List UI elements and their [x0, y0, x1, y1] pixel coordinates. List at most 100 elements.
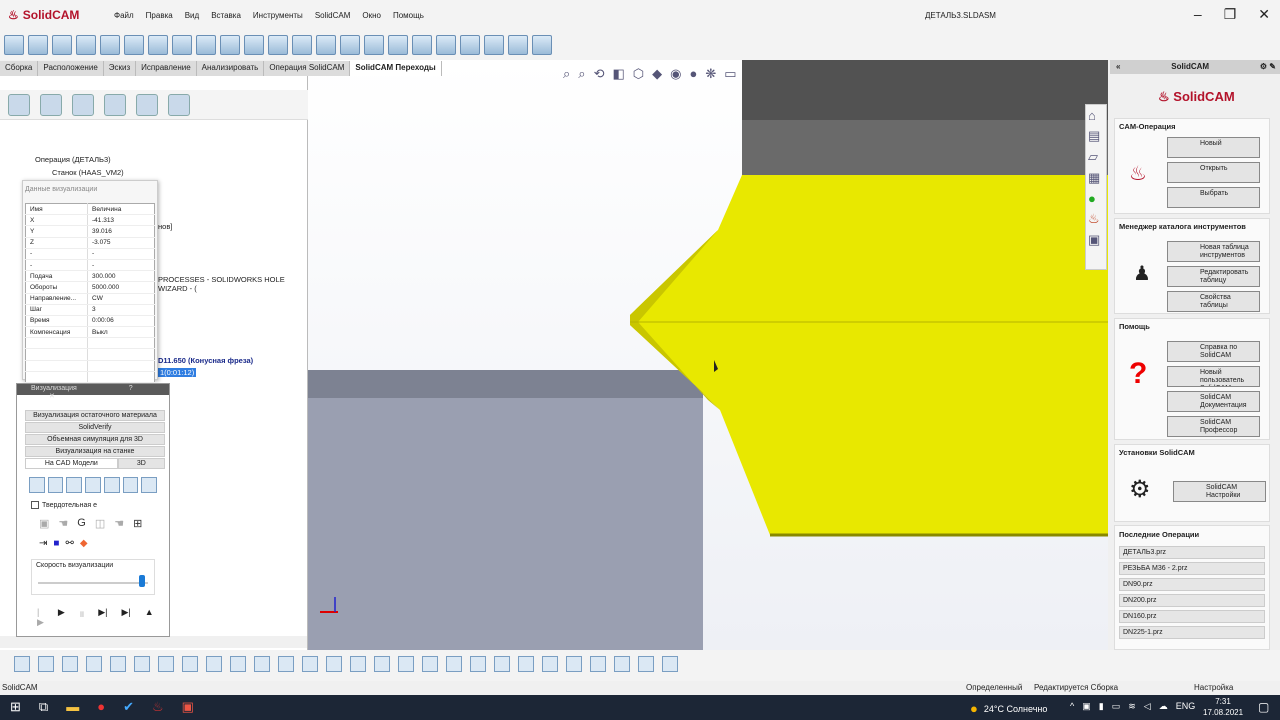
meet-icon[interactable]: ▣ — [1082, 701, 1091, 712]
menu-edit[interactable]: Правка — [146, 11, 173, 20]
hide-show-icon[interactable]: ◉ — [670, 66, 681, 82]
clock[interactable]: 7:31 17.08.2021 — [1203, 696, 1243, 718]
task-view-icon[interactable]: ⧉ — [39, 699, 48, 715]
tray-chevron-icon[interactable]: ^ — [1070, 701, 1074, 712]
view-dimetric-icon[interactable] — [292, 35, 312, 55]
home-icon[interactable]: ⌂ — [1088, 108, 1104, 123]
help-button[interactable]: Справка по SolidCAM — [1167, 341, 1260, 362]
hand-icon[interactable]: ☚ — [58, 517, 68, 530]
solid-icon[interactable] — [29, 477, 45, 493]
edit-tool-table-button[interactable]: Редактировать таблицу инструментов — [1167, 266, 1260, 287]
docs-button[interactable]: SolidCAM Документация — [1167, 391, 1260, 412]
maximize-icon[interactable]: ❐ — [1224, 6, 1237, 23]
view-right-icon[interactable] — [196, 35, 216, 55]
language-indicator[interactable]: ENG — [1176, 701, 1196, 712]
tree-machine[interactable]: Станок (HAAS_VM2) — [52, 168, 124, 177]
minimize-icon[interactable]: – — [1194, 6, 1202, 23]
new-doc-icon[interactable] — [52, 35, 72, 55]
view-iso-icon[interactable] — [268, 35, 288, 55]
professor-button[interactable]: SolidCAM Профессор — [1167, 416, 1260, 437]
collapse-icon[interactable]: « — [1116, 60, 1120, 74]
end-icon[interactable]: ▶| — [122, 607, 131, 628]
menu-file[interactable]: Файл — [114, 11, 134, 20]
feature-manager-icon[interactable] — [8, 94, 30, 116]
solidcam-icon[interactable] — [4, 35, 24, 55]
select-button[interactable]: Выбрать — [1167, 187, 1260, 208]
solidcam-pane-icon[interactable]: ♨ — [1088, 211, 1104, 227]
tool-rd-icon[interactable] — [66, 477, 83, 493]
status-settings[interactable]: Настройка — [1194, 683, 1233, 692]
tab-sketch[interactable]: Эскиз — [103, 61, 137, 76]
move-icon[interactable] — [590, 656, 606, 672]
view-top-icon[interactable] — [220, 35, 240, 55]
speed-slider[interactable] — [38, 582, 148, 584]
filter-icon[interactable] — [14, 656, 30, 672]
appearance-icon[interactable]: ● — [689, 66, 697, 82]
windows-start-icon[interactable]: ⊞ — [10, 699, 21, 715]
sketch-icon[interactable] — [532, 35, 552, 55]
color-icon[interactable]: ■ — [53, 538, 59, 549]
dim-expert-icon[interactable] — [104, 94, 126, 116]
open-icon[interactable] — [76, 35, 96, 55]
tool-path-icon[interactable] — [85, 477, 101, 493]
tab-assembly[interactable]: Сборка — [0, 61, 39, 76]
solidworks-icon[interactable]: ♨ — [152, 699, 164, 715]
help-button[interactable]: ? — [129, 385, 133, 392]
tree-root[interactable]: Операция (ДЕТАЛЬ3) — [35, 155, 111, 164]
snapshot-icon[interactable] — [662, 656, 678, 672]
profile-icon[interactable] — [364, 35, 384, 55]
tab-cad-model[interactable]: На CAD Модели — [25, 458, 118, 469]
weather-icon[interactable]: ● — [970, 701, 978, 716]
tree-item-tool[interactable]: D11.650 (Конусная фреза) — [158, 356, 253, 365]
weather-text[interactable]: 24°C Солнечно — [984, 704, 1048, 714]
mirror-icon[interactable]: ◫ — [95, 517, 105, 530]
curve-icon[interactable] — [302, 656, 318, 672]
refresh-icon[interactable]: G — [77, 517, 86, 530]
solidverify-button[interactable]: SolidVerify — [25, 422, 165, 433]
view-left-icon[interactable] — [172, 35, 192, 55]
solid-checkbox[interactable] — [31, 501, 39, 509]
hand2-icon[interactable]: ☚ — [114, 517, 124, 530]
measure-icon[interactable] — [508, 35, 528, 55]
view-front-icon[interactable] — [124, 35, 144, 55]
grid-icon[interactable]: ⊞ — [133, 517, 142, 530]
3d-model-view[interactable] — [308, 60, 1108, 650]
sketch-icon[interactable] — [278, 656, 294, 672]
zoom-fit-icon[interactable]: ⌕ — [563, 66, 570, 82]
speed-slider-thumb[interactable] — [138, 575, 145, 587]
menu-help[interactable]: Помощь — [393, 11, 424, 20]
tool-table-props-button[interactable]: Свойства таблицы инструментов — [1167, 291, 1260, 312]
menu-tools[interactable]: Инструменты — [253, 11, 303, 20]
note-icon[interactable] — [398, 656, 414, 672]
point-icon[interactable] — [134, 656, 150, 672]
weld-icon[interactable] — [422, 656, 438, 672]
display-style-icon[interactable]: ◆ — [652, 66, 662, 82]
app-icon[interactable]: ✔ — [123, 699, 134, 715]
step-back-icon[interactable]: |▶ — [37, 607, 44, 628]
filter2-icon[interactable] — [38, 656, 54, 672]
table-icon[interactable] — [141, 477, 158, 493]
coordinate-icon[interactable] — [388, 35, 408, 55]
tree-item-process[interactable]: PROCESSES - SOLIDWORKS HOLE WIZARD - ( — [158, 275, 307, 293]
face-icon[interactable] — [182, 656, 198, 672]
view-trimetric-icon[interactable] — [316, 35, 336, 55]
explode-icon[interactable] — [638, 656, 654, 672]
solid2-icon[interactable] — [47, 477, 64, 493]
wifi-icon[interactable]: ≋ — [1128, 701, 1136, 712]
horizontal-scrollbar[interactable] — [0, 636, 307, 648]
copy-icon[interactable]: ▣ — [39, 517, 49, 530]
plane-icon[interactable] — [158, 656, 174, 672]
component-icon[interactable] — [518, 656, 534, 672]
tree-item-partial[interactable]: нов] — [158, 222, 172, 231]
edge-icon[interactable] — [230, 656, 246, 672]
explorer-icon[interactable]: ▬ — [66, 699, 79, 715]
close-icon[interactable]: ✕ — [49, 393, 55, 400]
view-back-icon[interactable] — [148, 35, 168, 55]
tab-fix[interactable]: Исправление — [136, 61, 197, 76]
recent-operation-item[interactable]: ДЕТАЛЬ3.prz — [1119, 546, 1265, 559]
machine-simulation-button[interactable]: Визуализация на станке — [25, 446, 165, 457]
tool-3d-icon[interactable] — [103, 477, 120, 493]
new-user-button[interactable]: Новый пользователь SolidCAM — [1167, 366, 1260, 387]
recent-operation-item[interactable]: DN200.prz — [1119, 594, 1265, 607]
pause-icon[interactable]: ॥ — [79, 607, 84, 628]
